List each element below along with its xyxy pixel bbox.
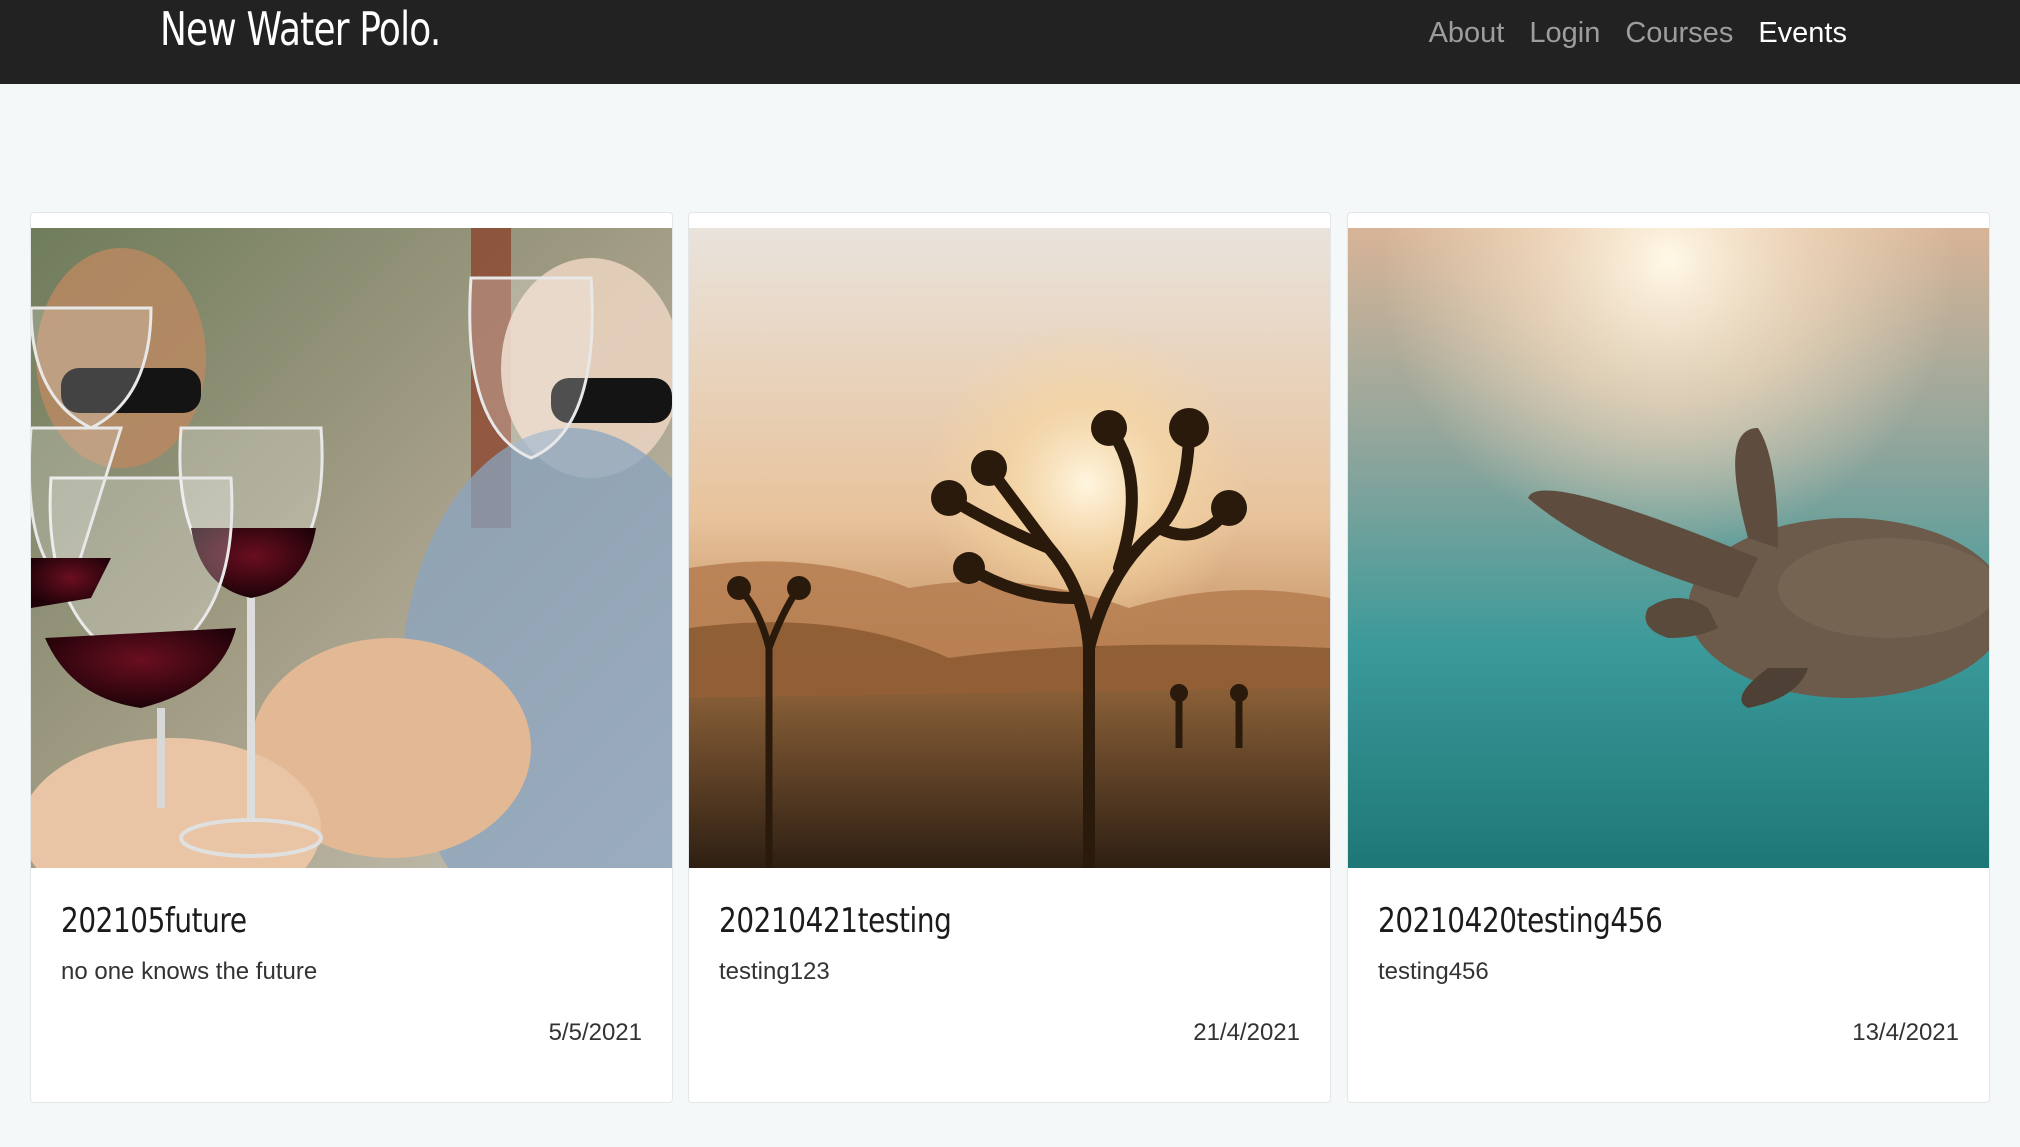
- nav-link-about[interactable]: About: [1429, 14, 1505, 52]
- event-description: testing456: [1378, 958, 1489, 985]
- event-date: 13/4/2021: [1852, 1019, 1959, 1046]
- event-title: 20210421testing: [719, 901, 952, 941]
- event-title: 20210420testing456: [1378, 901, 1663, 941]
- top-navbar: New Water Polo. About Login Courses Even…: [0, 0, 2020, 84]
- event-description: no one knows the future: [61, 958, 318, 985]
- nav-link-courses[interactable]: Courses: [1625, 14, 1733, 52]
- event-date: 21/4/2021: [1193, 1019, 1300, 1046]
- event-card[interactable]: 202105future no one knows the future 5/5…: [30, 212, 673, 1103]
- event-title: 202105future: [61, 901, 247, 941]
- brand-logo[interactable]: New Water Polo.: [160, 0, 441, 58]
- nav-link-login[interactable]: Login: [1529, 14, 1600, 52]
- event-image-joshua-tree[interactable]: [689, 228, 1330, 868]
- event-description: testing123: [719, 958, 830, 985]
- event-card[interactable]: 20210420testing456 testing456 13/4/2021: [1347, 212, 1990, 1103]
- event-image-sea-turtle[interactable]: [1348, 228, 1989, 868]
- nav-link-events[interactable]: Events: [1758, 14, 1847, 52]
- event-date: 5/5/2021: [548, 1019, 642, 1046]
- event-card[interactable]: 20210421testing testing123 21/4/2021: [688, 212, 1331, 1103]
- nav-links: About Login Courses Events: [1429, 14, 1847, 52]
- event-image-wine-glasses[interactable]: [31, 228, 672, 868]
